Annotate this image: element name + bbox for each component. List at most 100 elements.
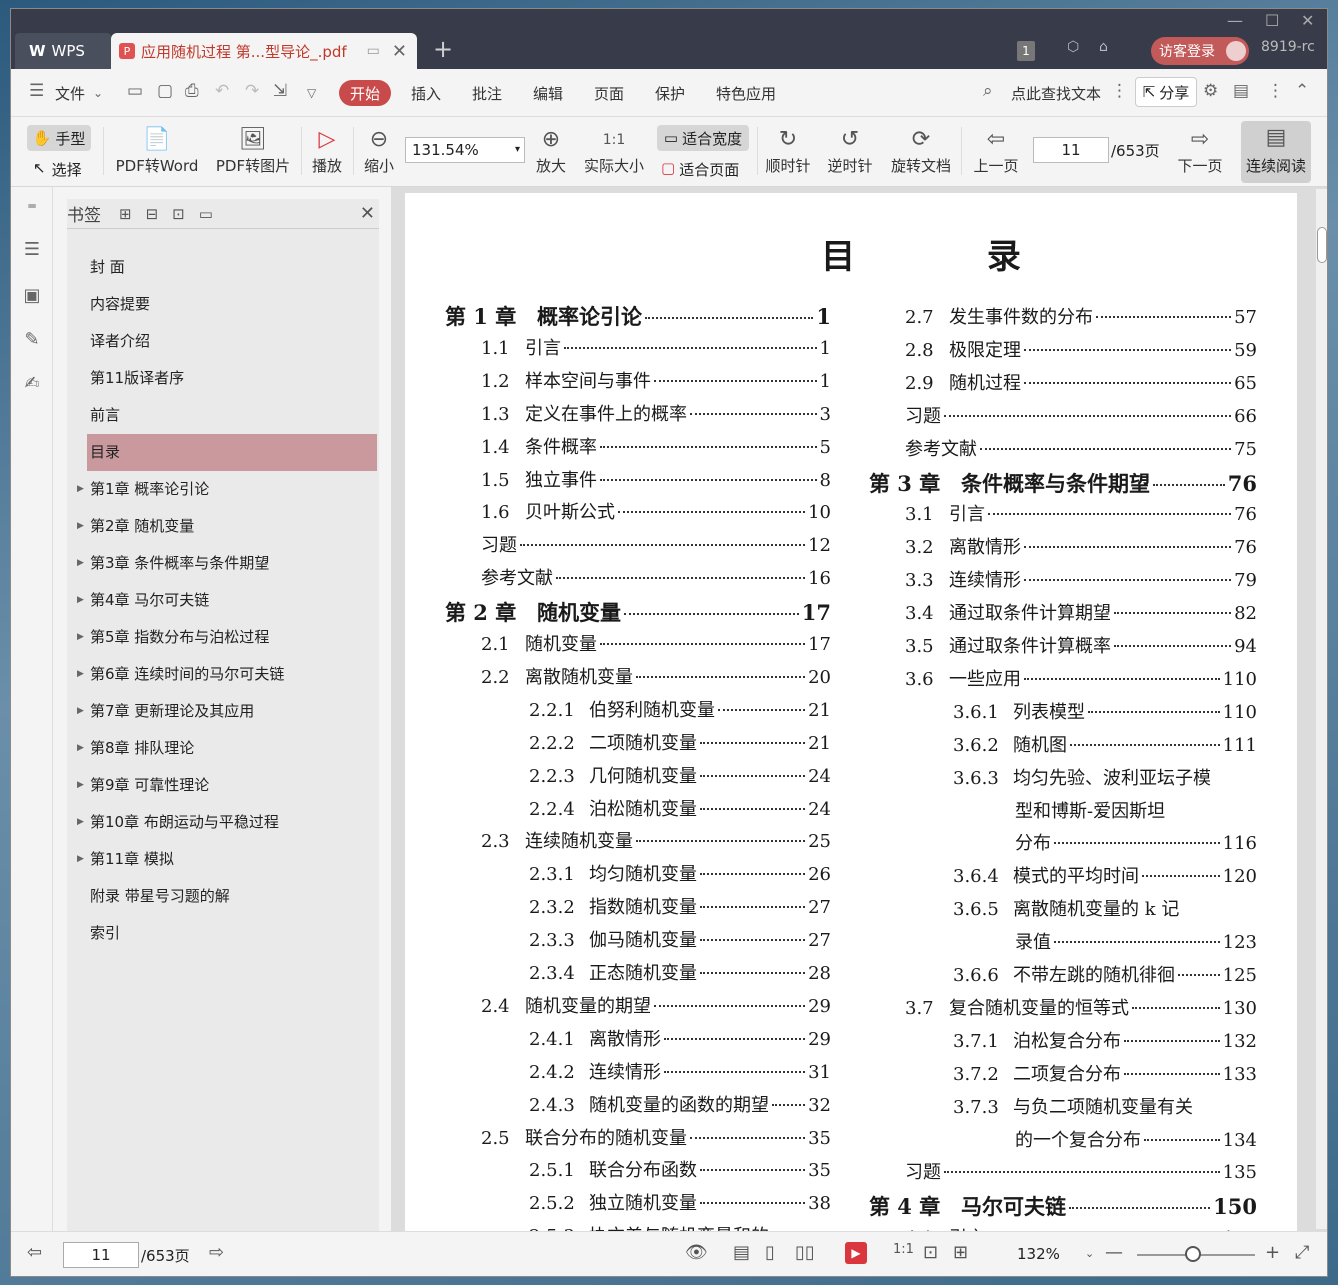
toc-entry[interactable]: 3.6.3 均匀先验、波利亚坛子模: [953, 764, 1257, 790]
zoom-slider[interactable]: [1137, 1246, 1255, 1262]
toc-entry[interactable]: 3.7 复合随机变量的恒等式 130: [905, 994, 1257, 1020]
menu-special[interactable]: 特色应用: [716, 83, 776, 104]
toc-entry[interactable]: 2.5.2 独立随机变量 38: [529, 1189, 831, 1215]
expand-arrow-icon[interactable]: ▶: [77, 693, 84, 730]
thumbnail-icon[interactable]: ▣: [21, 285, 43, 307]
toc-entry[interactable]: 2.5.3协方差与随机变量和的: [529, 1222, 831, 1231]
more-options-icon[interactable]: ⋮: [1267, 81, 1284, 101]
collapse-all-icon[interactable]: ⊟: [146, 205, 159, 223]
toc-entry[interactable]: 3.6 一些应用 110: [905, 665, 1257, 691]
toc-entry[interactable]: 参考文献 16: [481, 564, 831, 590]
toc-entry[interactable]: 分布 116: [1015, 829, 1257, 855]
expand-arrow-icon[interactable]: ▶: [77, 508, 84, 545]
bookmark-item[interactable]: 封 面: [67, 249, 379, 286]
start-tab[interactable]: 开始: [339, 80, 391, 106]
toc-entry[interactable]: 3.7.3 与负二项随机变量有关: [953, 1093, 1257, 1119]
chevron-down-icon[interactable]: ⌄: [93, 86, 103, 100]
more-vertical-icon[interactable]: ⋮: [1111, 81, 1128, 101]
pdf-to-word-button[interactable]: 📄 PDF转Word: [115, 125, 199, 176]
redo-icon[interactable]: ↷: [245, 81, 259, 101]
toc-entry[interactable]: 2.4 随机变量的期望 29: [481, 992, 831, 1018]
play-button[interactable]: ▷ 播放: [309, 125, 345, 176]
single-page-icon[interactable]: ▯: [765, 1242, 775, 1263]
expand-arrow-icon[interactable]: ▶: [77, 841, 84, 878]
zoom-in-icon[interactable]: +: [1265, 1242, 1280, 1263]
signature-icon[interactable]: ✍: [21, 373, 43, 395]
hamburger-menu-icon[interactable]: ☰: [29, 81, 44, 101]
fit-width-icon[interactable]: ⊞: [953, 1242, 968, 1263]
toc-entry[interactable]: 第 2 章随机变量 17: [445, 597, 831, 627]
toc-entry[interactable]: 2.3.4 正态随机变量 28: [529, 959, 831, 985]
monitor-icon[interactable]: ▭: [367, 43, 380, 59]
chevron-down-icon[interactable]: ⌄: [1085, 1247, 1094, 1260]
bookmark-item[interactable]: ▶ 第9章 可靠性理论: [67, 767, 379, 804]
bookmark-item[interactable]: ▶ 第10章 布朗运动与平稳过程: [67, 804, 379, 841]
toc-entry[interactable]: 2.9 随机过程 65: [905, 369, 1257, 395]
pdf-to-image-button[interactable]: 🖼 PDF转图片: [213, 125, 293, 176]
eye-protection-icon[interactable]: 👁: [685, 1242, 708, 1263]
toc-entry[interactable]: 4.1引言150: [905, 1224, 1257, 1231]
toc-entry[interactable]: 3.5 通过取条件计算概率 94: [905, 632, 1257, 658]
toc-entry[interactable]: 2.2.2 二项随机变量 21: [529, 729, 831, 755]
open-folder-icon[interactable]: ▭: [127, 81, 143, 101]
fit-page-icon[interactable]: ⊡: [923, 1242, 938, 1263]
close-tab-icon[interactable]: ✕: [392, 41, 407, 62]
toc-entry[interactable]: 习题 12: [481, 531, 831, 557]
bookmark-item[interactable]: 前言: [67, 397, 379, 434]
toc-entry[interactable]: 3.1 引言 76: [905, 500, 1257, 526]
toc-entry[interactable]: 3.3 连续情形 79: [905, 566, 1257, 592]
bookmark-item[interactable]: ▶ 第7章 更新理论及其应用: [67, 693, 379, 730]
toc-entry[interactable]: 2.2.1 伯努利随机变量 21: [529, 696, 831, 722]
toc-entry[interactable]: 1.2 样本空间与事件 1: [481, 367, 831, 393]
close-window-icon[interactable]: ✕: [1301, 11, 1314, 30]
toc-entry[interactable]: 3.7.1 泊松复合分布 132: [953, 1027, 1257, 1053]
menu-protect[interactable]: 保护: [655, 83, 685, 104]
bookmark-item[interactable]: ▶ 第11章 模拟: [67, 841, 379, 878]
maximize-icon[interactable]: ☐: [1265, 11, 1279, 30]
bookmark-item[interactable]: ▶ 第3章 条件概率与条件期望: [67, 545, 379, 582]
drag-handle-icon[interactable]: ═: [21, 199, 43, 221]
status-page-input[interactable]: 11: [63, 1242, 139, 1268]
fit-width-button[interactable]: ▭ 适合宽度: [657, 125, 749, 151]
toc-entry[interactable]: 参考文献 75: [905, 435, 1257, 461]
toc-entry[interactable]: 型和博斯-爱因斯坦: [1015, 797, 1257, 823]
new-tab-icon[interactable]: +: [433, 35, 453, 63]
bookmark-item[interactable]: ▶ 第4章 马尔可夫链: [67, 582, 379, 619]
toc-entry[interactable]: 2.8 极限定理 59: [905, 336, 1257, 362]
double-page-icon[interactable]: ▯▯: [795, 1242, 815, 1263]
export-icon[interactable]: ⇲: [273, 81, 287, 101]
expand-arrow-icon[interactable]: ▶: [77, 804, 84, 841]
arrow-left-icon[interactable]: ⇦: [27, 1242, 42, 1263]
save-icon[interactable]: ▢: [157, 81, 173, 101]
menu-page[interactable]: 页面: [594, 83, 624, 104]
toc-entry[interactable]: 2.3 连续随机变量 25: [481, 827, 831, 853]
status-zoom-level[interactable]: 132%: [1017, 1245, 1060, 1263]
bookmark-item[interactable]: 译者介绍: [67, 323, 379, 360]
actual-size-button[interactable]: 1:1 实际大小: [581, 125, 647, 176]
annotation-icon[interactable]: ✎: [21, 329, 43, 351]
toc-entry[interactable]: 1.6 贝叶斯公式 10: [481, 498, 831, 524]
previous-page-button[interactable]: ⇦ 上一页: [971, 125, 1021, 176]
expand-arrow-icon[interactable]: ▶: [77, 619, 84, 656]
hand-tool-button[interactable]: ✋ 手型: [27, 125, 91, 151]
toc-entry[interactable]: 3.6.1 列表模型 110: [953, 698, 1257, 724]
play-slideshow-icon[interactable]: ▶: [845, 1242, 867, 1264]
bookmark-item[interactable]: ▶ 第8章 排队理论: [67, 730, 379, 767]
bookmark-item[interactable]: ▶ 第1章 概率论引论: [67, 471, 379, 508]
more-dropdown-icon[interactable]: ▽: [307, 86, 316, 100]
login-button[interactable]: 访客登录: [1151, 37, 1249, 65]
arrow-right-icon[interactable]: ⇨: [209, 1242, 224, 1263]
toc-entry[interactable]: 2.1 随机变量 17: [481, 630, 831, 656]
next-page-button[interactable]: ⇨ 下一页: [1175, 125, 1225, 176]
minimize-icon[interactable]: —: [1227, 11, 1243, 30]
bookmark-item[interactable]: ▶ 第6章 连续时间的马尔可夫链: [67, 656, 379, 693]
close-icon[interactable]: ✕: [360, 203, 375, 224]
rotate-counterclockwise-button[interactable]: ↺ 逆时针: [825, 125, 875, 176]
skin-icon[interactable]: ⬡: [1067, 39, 1079, 55]
zoom-out-icon[interactable]: —: [1105, 1242, 1123, 1263]
toc-entry[interactable]: 2.5 联合分布的随机变量 35: [481, 1124, 831, 1150]
wps-home-tab[interactable]: W WPS: [15, 33, 111, 69]
fullscreen-icon[interactable]: ⤢: [1295, 1242, 1309, 1263]
toc-entry[interactable]: 2.4.3 随机变量的函数的期望 32: [529, 1091, 831, 1117]
bookmark-item[interactable]: 附录 带星号习题的解: [67, 878, 379, 915]
